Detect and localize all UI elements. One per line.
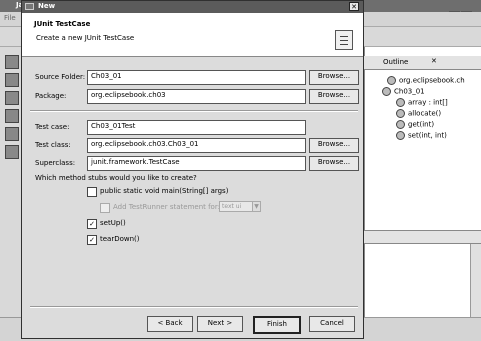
outline-item[interactable]: set(int, int)	[396, 131, 447, 140]
outline-item[interactable]: get(int)	[396, 120, 434, 129]
testrunner-checkbox[interactable]	[100, 203, 110, 213]
test-class-browse-button[interactable]: Browse...	[309, 138, 359, 153]
testrunner-label: Add TestRunner statement for:	[113, 203, 220, 211]
setup-checkbox[interactable]: ✓	[87, 219, 97, 229]
package-browse-button[interactable]: Browse...	[309, 89, 359, 104]
outline-item[interactable]: org.eclipsebook.ch	[387, 76, 465, 85]
banner-title: JUnit TestCase	[34, 20, 91, 28]
dialog-close-icon[interactable]: ✕	[349, 2, 359, 11]
new-junit-dialog: New ✕ JUnit TestCase Create a new JUnit …	[21, 0, 364, 339]
package-icon	[387, 76, 396, 85]
setup-label: setUp()	[100, 219, 126, 227]
superclass-label: Superclass:	[35, 159, 76, 167]
class-icon	[382, 87, 391, 96]
outline-close-icon[interactable]: ✕	[431, 57, 437, 65]
source-folder-label: Source Folder:	[35, 73, 86, 81]
source-folder-field[interactable]: Ch03_01	[87, 70, 306, 85]
outline-item[interactable]: Ch03_01	[382, 87, 425, 96]
superclass-field[interactable]: junit.framework.TestCase	[87, 156, 306, 171]
test-case-field[interactable]: Ch03_01Test	[87, 120, 306, 135]
cancel-button[interactable]: Cancel	[309, 316, 355, 332]
toolbar-icon[interactable]	[5, 145, 19, 159]
back-button[interactable]: < Back	[147, 316, 193, 332]
superclass-browse-button[interactable]: Browse...	[309, 156, 359, 171]
method-icon	[396, 109, 405, 118]
dialog-titlebar	[22, 1, 363, 13]
banner-description: Create a new JUnit TestCase	[36, 34, 135, 42]
dialog-icon	[25, 3, 34, 10]
package-label: Package:	[35, 92, 67, 100]
outline-title[interactable]: Outline	[383, 58, 408, 66]
test-class-label: Test class:	[35, 141, 71, 149]
outline-item[interactable]: allocate()	[396, 109, 441, 118]
left-toolbar	[0, 47, 22, 317]
main-stub-label: public static void main(String[] args)	[100, 187, 229, 195]
toolbar-icon[interactable]	[5, 127, 19, 141]
test-case-label: Test case:	[35, 123, 70, 131]
next-button[interactable]: Next >	[197, 316, 243, 332]
chevron-down-icon[interactable]: ▼	[252, 201, 261, 212]
field-icon	[396, 98, 405, 107]
separator	[30, 306, 358, 308]
toolbar-icon[interactable]	[5, 55, 19, 69]
lower-pane-toolbar	[364, 230, 481, 244]
separator	[30, 110, 358, 112]
test-class-field[interactable]: org.eclipsebook.ch03.Ch03_01	[87, 138, 306, 153]
stubs-question: Which method stubs would you like to cre…	[35, 174, 197, 182]
outline-tabbar	[364, 56, 481, 70]
dialog-title: New	[38, 2, 56, 10]
method-icon	[396, 120, 405, 129]
outline-item[interactable]: array : int[]	[396, 98, 448, 107]
toolbar-icon[interactable]	[5, 109, 19, 123]
teardown-label: tearDown()	[100, 235, 140, 243]
finish-button[interactable]: Finish	[253, 316, 301, 334]
toolbar-icon[interactable]	[5, 91, 19, 105]
method-icon	[396, 131, 405, 140]
scrollbar[interactable]	[470, 244, 481, 317]
teardown-checkbox[interactable]: ✓	[87, 235, 97, 245]
source-folder-browse-button[interactable]: Browse...	[309, 70, 359, 85]
main-stub-checkbox[interactable]	[87, 187, 97, 197]
menu-file[interactable]: File	[4, 14, 16, 22]
toolbar-icon[interactable]	[5, 73, 19, 87]
package-field[interactable]: org.eclipsebook.ch03	[87, 89, 306, 104]
wizard-banner-icon	[335, 30, 353, 50]
